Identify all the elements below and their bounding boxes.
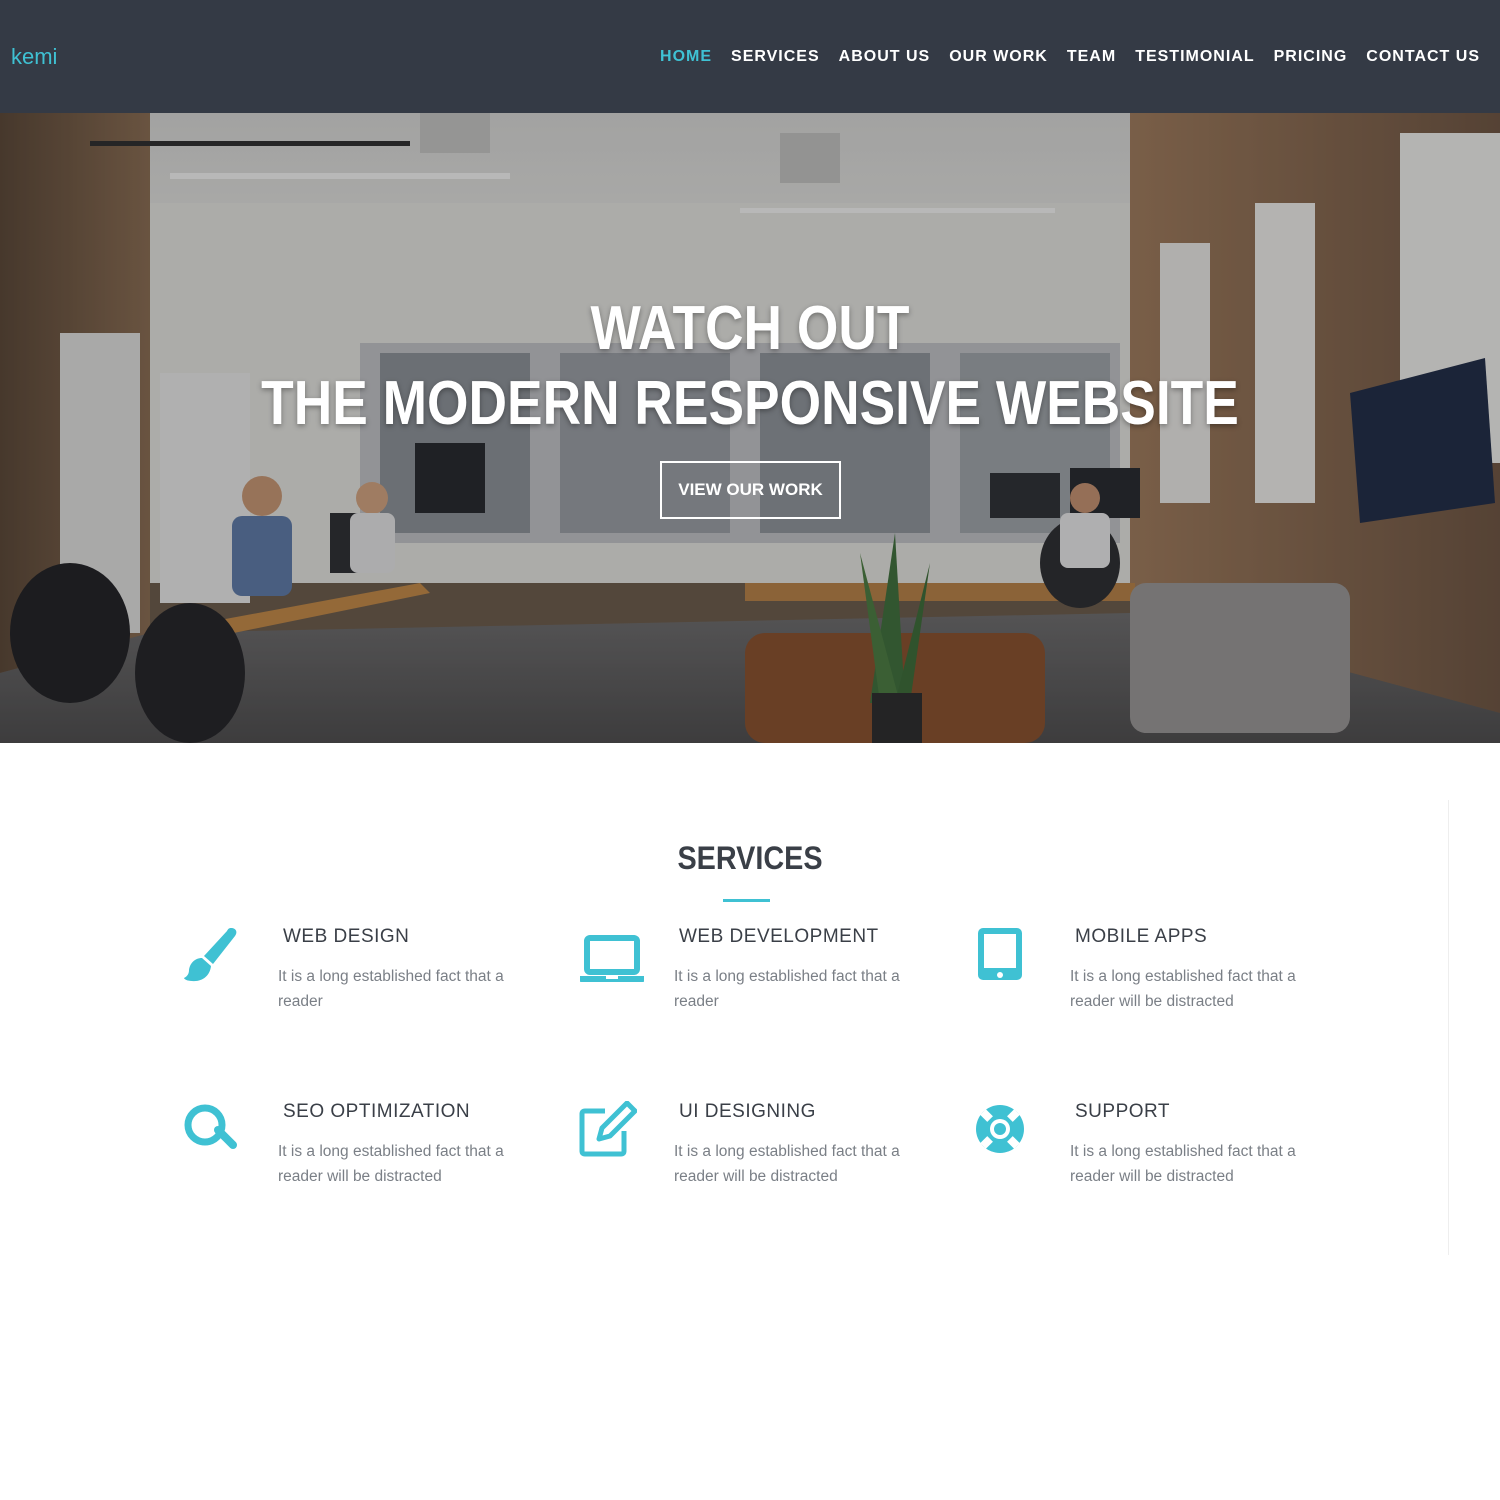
navbar: kemi HOME SERVICES ABOUT US OUR WORK TEA… [0, 0, 1500, 113]
service-title: WEB DEVELOPMENT [679, 926, 879, 947]
nav-team[interactable]: TEAM [1067, 48, 1116, 65]
nav-testimonial[interactable]: TESTIMONIAL [1135, 48, 1254, 65]
lifebuoy-icon [975, 1101, 1035, 1161]
nav-home[interactable]: HOME [660, 48, 712, 65]
service-title: MOBILE APPS [1075, 926, 1208, 947]
service-title: WEB DESIGN [283, 926, 410, 947]
service-description: It is a long established fact that a rea… [674, 968, 900, 1010]
hero-title-line2: THE MODERN RESPONSIVE WEBSITE [261, 369, 1239, 438]
main-nav: HOME SERVICES ABOUT US OUR WORK TEAM TES… [660, 48, 1480, 66]
service-web-design: WEB DESIGN It is a long established fact… [183, 926, 543, 1036]
nav-pricing[interactable]: PRICING [1274, 48, 1348, 65]
service-title: SUPPORT [1075, 1101, 1171, 1122]
nav-our-work[interactable]: OUR WORK [949, 48, 1048, 65]
nav-services[interactable]: SERVICES [731, 48, 820, 65]
service-ui-designing: UI DESIGNING It is a long established fa… [579, 1100, 939, 1211]
tablet-icon [975, 926, 1035, 986]
service-description: It is a long established fact that a rea… [1070, 968, 1296, 1010]
hero-title-line1: WATCH OUT [590, 294, 910, 363]
services-title: SERVICES [677, 840, 823, 876]
paintbrush-icon [183, 926, 243, 986]
service-description: It is a long established fact that a rea… [674, 1143, 900, 1185]
service-mobile-apps: MOBILE APPS It is a long established fac… [975, 926, 1335, 1036]
service-seo-optimization: SEO OPTIMIZATION It is a long establishe… [183, 1101, 543, 1211]
nav-contact-us[interactable]: CONTACT US [1366, 48, 1480, 65]
services-title-underline [723, 899, 770, 902]
brand-logo[interactable]: kemi [11, 44, 57, 70]
search-icon [183, 1101, 243, 1161]
service-title: SEO OPTIMIZATION [283, 1101, 471, 1122]
edit-icon [579, 1100, 639, 1161]
service-web-development: WEB DEVELOPMENT It is a long established… [579, 926, 939, 1036]
laptop-icon [579, 926, 644, 986]
nav-about-us[interactable]: ABOUT US [839, 48, 931, 65]
service-description: It is a long established fact that a rea… [278, 968, 504, 1010]
view-our-work-button[interactable]: VIEW OUR WORK [660, 461, 841, 519]
service-description: It is a long established fact that a rea… [278, 1143, 504, 1185]
service-description: It is a long established fact that a rea… [1070, 1143, 1296, 1185]
service-title: UI DESIGNING [679, 1101, 816, 1122]
divider [1448, 800, 1449, 1255]
service-support: SUPPORT It is a long established fact th… [975, 1101, 1335, 1211]
hero-section: WATCH OUT THE MODERN RESPONSIVE WEBSITE … [0, 113, 1500, 743]
